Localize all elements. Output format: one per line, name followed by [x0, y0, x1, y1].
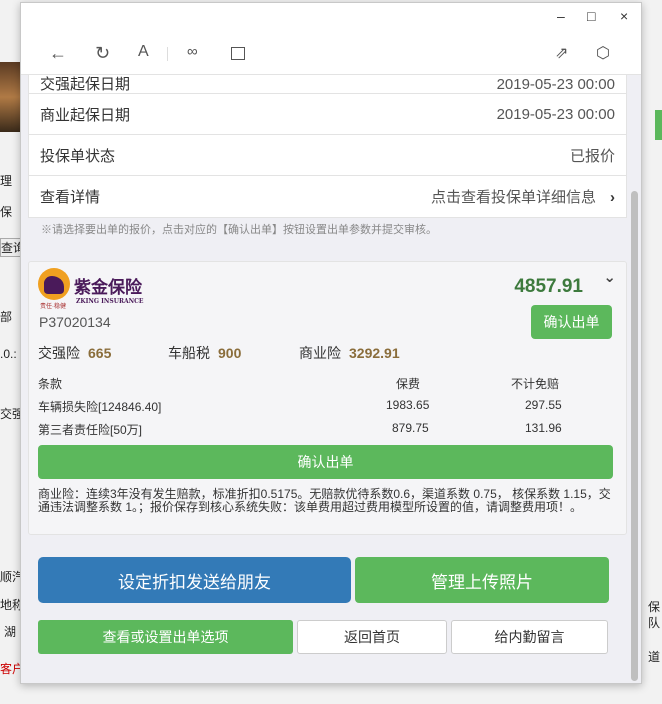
minimize-button[interactable]: –	[557, 8, 565, 24]
bg-text: 湖	[4, 625, 17, 639]
bg-text: 理	[0, 174, 13, 188]
bg-text: 道	[648, 650, 661, 664]
link-icon[interactable]: ∞	[187, 43, 198, 60]
policy-info-card: 交强起保日期 2019-05-23 00:00 商业起保日期 2019-05-23 …	[28, 75, 627, 218]
quote-code: P37020134	[39, 314, 111, 330]
row-value: 已报价	[569, 147, 615, 165]
row-label: 交强起保日期	[40, 75, 131, 93]
summary-jiaoqiang: 交强险 665	[38, 343, 111, 363]
info-row: 投保单状态 已报价	[29, 135, 626, 176]
confirm-issue-button[interactable]: 确认出单	[531, 305, 612, 339]
view-details-row[interactable]: 查看详情 点击查看投保单详细信息 ›	[29, 176, 626, 217]
info-row: 商业起保日期 2019-05-23 00:00	[29, 94, 626, 135]
table-row: 第三者责任险[50万] 879.75 131.96	[38, 421, 608, 437]
maximize-button[interactable]: □	[587, 8, 595, 24]
manage-photos-button[interactable]: 管理上传照片	[355, 557, 609, 603]
message-button[interactable]: 给内勤留言	[451, 620, 608, 654]
logo-slogan: 责任·稳健	[40, 304, 66, 310]
cell-deductible: 131.96	[525, 421, 562, 435]
refresh-icon[interactable]: ↻	[95, 43, 110, 64]
logo-emblem-icon	[38, 268, 70, 300]
bg-text: 保	[648, 600, 661, 614]
send-discount-button[interactable]: 设定折扣发送给朋友	[38, 557, 351, 603]
page-content: 交强起保日期 2019-05-23 00:00 商业起保日期 2019-05-23 …	[21, 75, 641, 683]
company-logo: 紫金保险 责任·稳健 ZKING INSURANCE	[38, 268, 148, 310]
cell-clause: 车辆损失险[124846.40]	[38, 400, 162, 414]
info-row: 交强起保日期 2019-05-23 00:00	[29, 75, 626, 94]
chevron-down-icon[interactable]: ⌄	[603, 268, 616, 286]
cell-premium: 879.75	[392, 421, 429, 435]
popup-window: – □ × ← ↻ A ∞ ⇗ ⬡ 交强起保日期 2019-05-23 00:00…	[20, 2, 642, 684]
quote-description: 商业险：连续3年没有发生赔款，标准折扣0.5175。无赔款优待系数0.6，渠道系…	[38, 487, 611, 514]
bg-green-tab	[655, 110, 662, 140]
coverage-table-header: 条款 保费 不计免赔	[38, 375, 608, 391]
row-value: 2019-05-23 00:00	[496, 75, 615, 93]
confirm-issue-wide-button[interactable]: 确认出单	[38, 445, 613, 479]
cube-icon[interactable]: ⬡	[596, 43, 610, 63]
background-photo	[0, 62, 20, 132]
scrollbar-thumb[interactable]	[631, 191, 638, 681]
summary-value: 900	[218, 345, 242, 361]
toolbar-divider	[167, 47, 168, 61]
back-arrow-icon[interactable]: ←	[49, 43, 67, 64]
row-value: 2019-05-23 00:00	[496, 105, 615, 123]
logo-name-en: ZKING INSURANCE	[76, 298, 144, 305]
row-label: 商业起保日期	[40, 106, 131, 124]
window-icon[interactable]	[231, 47, 245, 60]
bg-text: 保	[0, 205, 13, 219]
header-premium: 保费	[396, 377, 421, 391]
table-row: 车辆损失险[124846.40] 1983.65 297.55	[38, 398, 608, 414]
quote-total: 4857.91	[514, 276, 583, 297]
browser-toolbar: ← ↻ A ∞ ⇗ ⬡	[21, 33, 641, 75]
summary-label: 商业险	[299, 345, 341, 361]
share-icon[interactable]: ⇗	[555, 43, 568, 63]
bg-text: .0.:	[0, 347, 17, 361]
font-icon[interactable]: A	[138, 43, 149, 61]
bg-text: 部	[0, 310, 13, 324]
cell-premium: 1983.65	[386, 398, 430, 412]
summary-value: 3292.91	[349, 345, 400, 361]
cell-deductible: 297.55	[525, 398, 562, 412]
home-button[interactable]: 返回首页	[297, 620, 447, 654]
summary-value: 665	[88, 345, 112, 361]
instruction-note: ※请选择要出单的报价，点击对应的【确认出单】按钮设置出单参数并提交审核。	[41, 223, 437, 236]
summary-shangye: 商业险 3292.91	[299, 343, 400, 363]
summary-chechuan: 车船税 900	[168, 343, 241, 363]
summary-label: 车船税	[168, 345, 210, 361]
chevron-right-icon: ›	[610, 189, 615, 206]
header-deductible: 不计免赔	[511, 377, 560, 391]
bg-text: 队	[648, 616, 661, 630]
view-options-button[interactable]: 查看或设置出单选项	[38, 620, 293, 654]
title-bar: – □ ×	[21, 3, 641, 33]
logo-name: 紫金保险	[74, 278, 142, 298]
summary-label: 交强险	[38, 345, 80, 361]
row-value: 点击查看投保单详细信息	[430, 189, 596, 206]
header-clause: 条款	[38, 377, 63, 391]
close-button[interactable]: ×	[620, 8, 628, 24]
row-label: 投保单状态	[40, 147, 116, 165]
cell-clause: 第三者责任险[50万]	[38, 423, 143, 437]
quote-card: 紫金保险 责任·稳健 ZKING INSURANCE P37020134 485…	[28, 261, 627, 535]
row-label: 查看详情	[40, 189, 101, 206]
